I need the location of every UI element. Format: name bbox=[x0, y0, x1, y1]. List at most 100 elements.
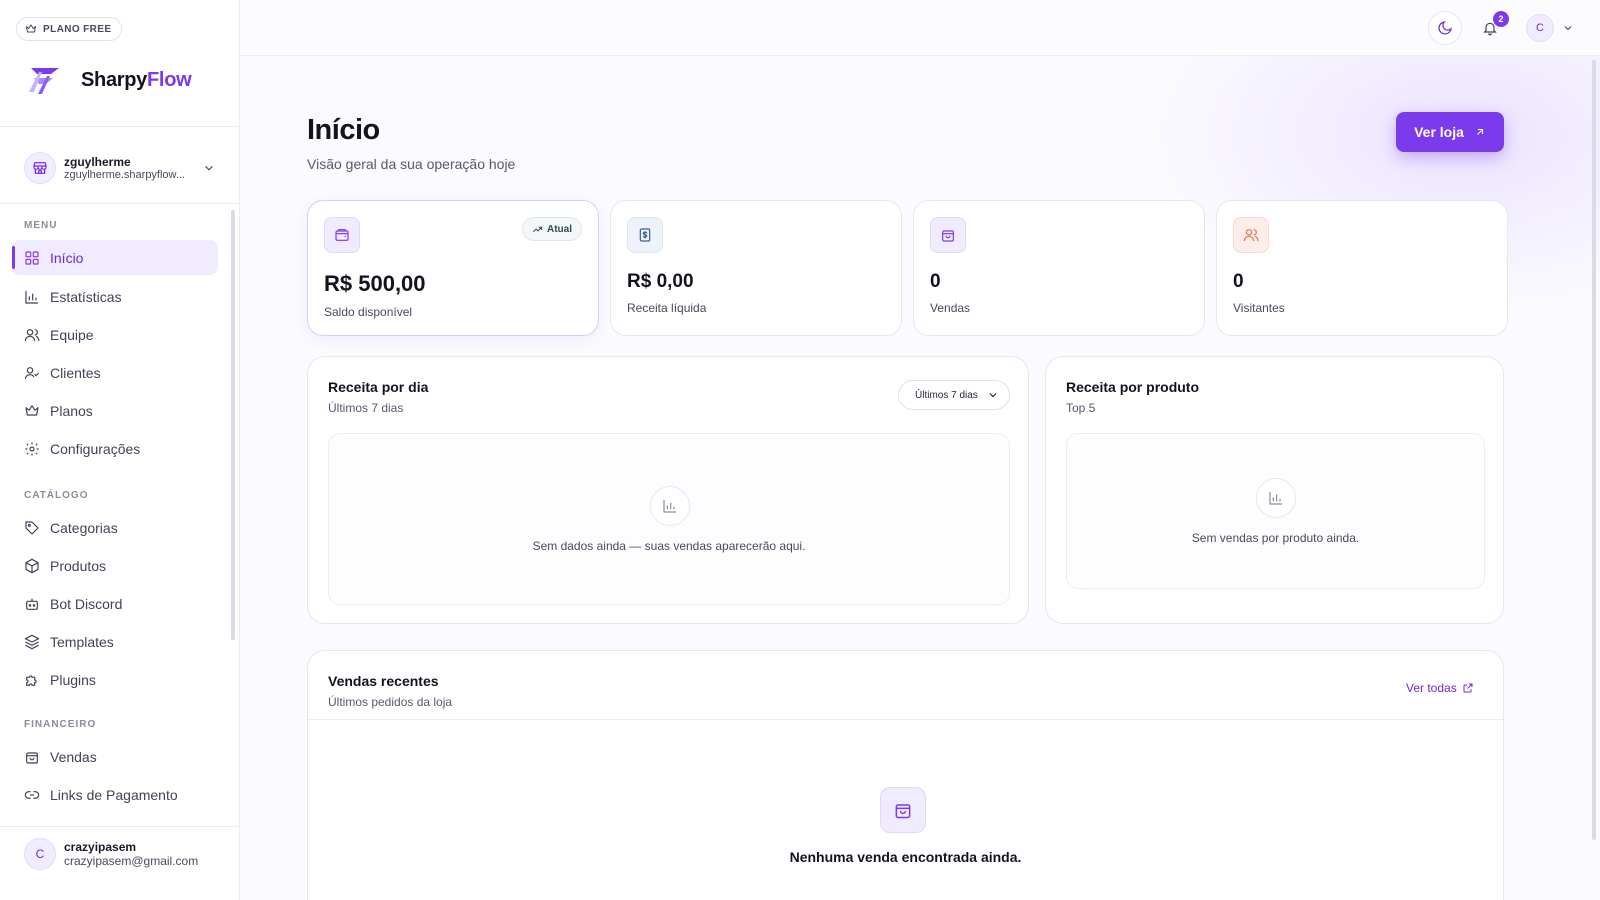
sidebar-item-bot-discord[interactable]: Bot Discord bbox=[12, 586, 218, 621]
arrow-up-right-icon bbox=[1474, 126, 1486, 138]
stat-value: R$ 500,00 bbox=[324, 271, 426, 296]
layers-icon bbox=[24, 634, 40, 650]
sidebar-item-templates[interactable]: Templates bbox=[12, 624, 218, 659]
link-icon bbox=[24, 787, 40, 803]
page-title: Início bbox=[307, 114, 380, 146]
stat-label: Vendas bbox=[930, 301, 971, 315]
sidebar-item-label: Templates bbox=[50, 633, 114, 650]
avatar: C bbox=[24, 838, 56, 870]
stat-value: 0 bbox=[1233, 271, 1244, 292]
panel-divider bbox=[308, 719, 1503, 720]
puzzle-icon bbox=[24, 672, 40, 688]
view-store-label: Ver loja bbox=[1414, 124, 1464, 140]
sidebar-item-plugins[interactable]: Plugins bbox=[12, 662, 218, 697]
view-store-button[interactable]: Ver loja bbox=[1396, 112, 1504, 152]
empty-state-message: Nenhuma venda encontrada ainda. bbox=[789, 849, 1022, 865]
sidebar-item-equipe[interactable]: Equipe bbox=[12, 317, 218, 352]
sidebar-item-planos[interactable]: Planos bbox=[12, 393, 218, 428]
empty-state-message: Sem vendas por produto ainda. bbox=[1191, 531, 1360, 545]
user-name: crazyipasem bbox=[64, 840, 137, 854]
period-select-value: Últimos 7 dias bbox=[915, 389, 978, 401]
users-icon bbox=[24, 327, 40, 343]
sidebar-item-label: Produtos bbox=[50, 557, 107, 574]
sidebar-item-clientes[interactable]: Clientes bbox=[12, 355, 218, 390]
sidebar-item-label: Início bbox=[50, 249, 84, 266]
stat-value: 0 bbox=[930, 271, 941, 292]
stat-card-visitors: 0 Visitantes bbox=[1216, 200, 1508, 336]
wallet-icon bbox=[324, 217, 360, 253]
plan-badge-label: PLANO FREE bbox=[43, 23, 112, 35]
users-icon bbox=[1233, 217, 1269, 253]
user-check-icon bbox=[24, 365, 40, 381]
store-name: zguylherme bbox=[64, 155, 131, 169]
plan-badge[interactable]: PLANO FREE bbox=[16, 17, 123, 41]
shopping-bag-icon bbox=[880, 787, 926, 833]
sidebar-item-inicio[interactable]: Início bbox=[12, 240, 218, 275]
revenue-by-day-panel: Receita por dia Últimos 7 dias Últimos 7… bbox=[307, 356, 1029, 624]
see-all-sales-link[interactable]: Ver todas bbox=[1406, 681, 1474, 695]
sidebar-item-estatisticas[interactable]: Estatísticas bbox=[12, 279, 218, 314]
sidebar-divider bbox=[0, 826, 240, 827]
sidebar-item-label: Plugins bbox=[50, 671, 96, 688]
sidebar-item-label: Planos bbox=[50, 402, 93, 419]
stat-card-revenue: R$ 0,00 Receita líquida bbox=[610, 200, 902, 336]
page-subtitle: Visão geral da sua operação hoje bbox=[307, 156, 516, 172]
store-url: zguylherme.sharpyflow... bbox=[64, 169, 186, 181]
stat-card-balance: Atual R$ 500,00 Saldo disponível bbox=[307, 200, 599, 336]
panel-title: Receita por produto bbox=[1066, 379, 1200, 395]
sidebar-item-label: Vendas bbox=[50, 748, 97, 765]
bar-chart-icon bbox=[1256, 478, 1296, 518]
topbar: 2 C bbox=[240, 0, 1600, 56]
bot-icon bbox=[24, 596, 40, 612]
sidebar-item-label: Equipe bbox=[50, 326, 94, 343]
stat-label: Saldo disponível bbox=[324, 305, 413, 319]
sidebar-item-links-pagamento[interactable]: Links de Pagamento bbox=[12, 777, 218, 812]
sidebar-item-categorias[interactable]: Categorias bbox=[12, 510, 218, 545]
sidebar-item-configuracoes[interactable]: Configurações bbox=[12, 431, 218, 466]
sidebar-item-vendas[interactable]: Vendas bbox=[12, 739, 218, 774]
sidebar-divider bbox=[0, 126, 240, 127]
store-switcher[interactable]: zguylherme zguylherme.sharpyflow... bbox=[24, 150, 216, 186]
panel-subtitle: Últimos 7 dias bbox=[328, 401, 404, 415]
nav-section-catalog: CATÁLOGO bbox=[24, 490, 89, 501]
chart-empty-state: Sem vendas por produto ainda. bbox=[1066, 433, 1485, 589]
bar-chart-icon bbox=[24, 289, 40, 305]
notifications-button[interactable]: 2 bbox=[1473, 11, 1509, 45]
sidebar-item-produtos[interactable]: Produtos bbox=[12, 548, 218, 583]
panel-subtitle: Últimos pedidos da loja bbox=[328, 695, 453, 709]
theme-toggle-button[interactable] bbox=[1428, 11, 1462, 45]
bar-chart-icon bbox=[650, 486, 690, 526]
chevron-down-icon bbox=[987, 389, 999, 401]
status-badge: Atual bbox=[522, 217, 582, 241]
crown-icon bbox=[24, 403, 40, 419]
main-scrollbar[interactable] bbox=[1592, 60, 1596, 840]
chevron-down-icon bbox=[202, 161, 216, 175]
panel-title: Receita por dia bbox=[328, 379, 429, 395]
sidebar-item-label: Configurações bbox=[50, 440, 141, 457]
external-link-icon bbox=[1462, 682, 1474, 694]
sidebar-item-label: Categorias bbox=[50, 519, 118, 536]
period-select[interactable]: Últimos 7 dias bbox=[898, 380, 1010, 410]
panel-subtitle: Top 5 bbox=[1066, 401, 1096, 415]
sidebar-scrollbar[interactable] bbox=[231, 210, 235, 640]
shopping-bag-icon bbox=[930, 217, 966, 253]
panel-title: Vendas recentes bbox=[328, 673, 439, 689]
stat-card-sales: 0 Vendas bbox=[913, 200, 1205, 336]
crown-icon bbox=[25, 23, 37, 35]
receipt-icon bbox=[627, 217, 663, 253]
sidebar-divider bbox=[0, 203, 240, 204]
nav-section-menu: MENU bbox=[24, 220, 58, 231]
logo-icon bbox=[25, 64, 61, 96]
nav-section-finance: FINANCEIRO bbox=[24, 719, 97, 730]
avatar[interactable]: C bbox=[1526, 14, 1554, 42]
revenue-by-product-panel: Receita por produto Top 5 Sem vendas por… bbox=[1045, 356, 1504, 624]
user-email: crazyipasem@gmail.com bbox=[64, 854, 199, 868]
brand-logo[interactable]: SharpyFlow bbox=[25, 64, 192, 96]
sidebar-item-label: Links de Pagamento bbox=[50, 786, 178, 803]
chart-empty-state: Sem dados ainda — suas vendas aparecerão… bbox=[328, 433, 1010, 605]
stat-label: Receita líquida bbox=[627, 301, 707, 315]
sidebar: PLANO FREE SharpyFlow zguylherme zguylhe… bbox=[0, 0, 240, 900]
moon-icon bbox=[1437, 20, 1453, 36]
chevron-down-icon[interactable] bbox=[1562, 22, 1574, 34]
user-profile[interactable]: C crazyipasem crazyipasem@gmail.com bbox=[24, 838, 198, 870]
